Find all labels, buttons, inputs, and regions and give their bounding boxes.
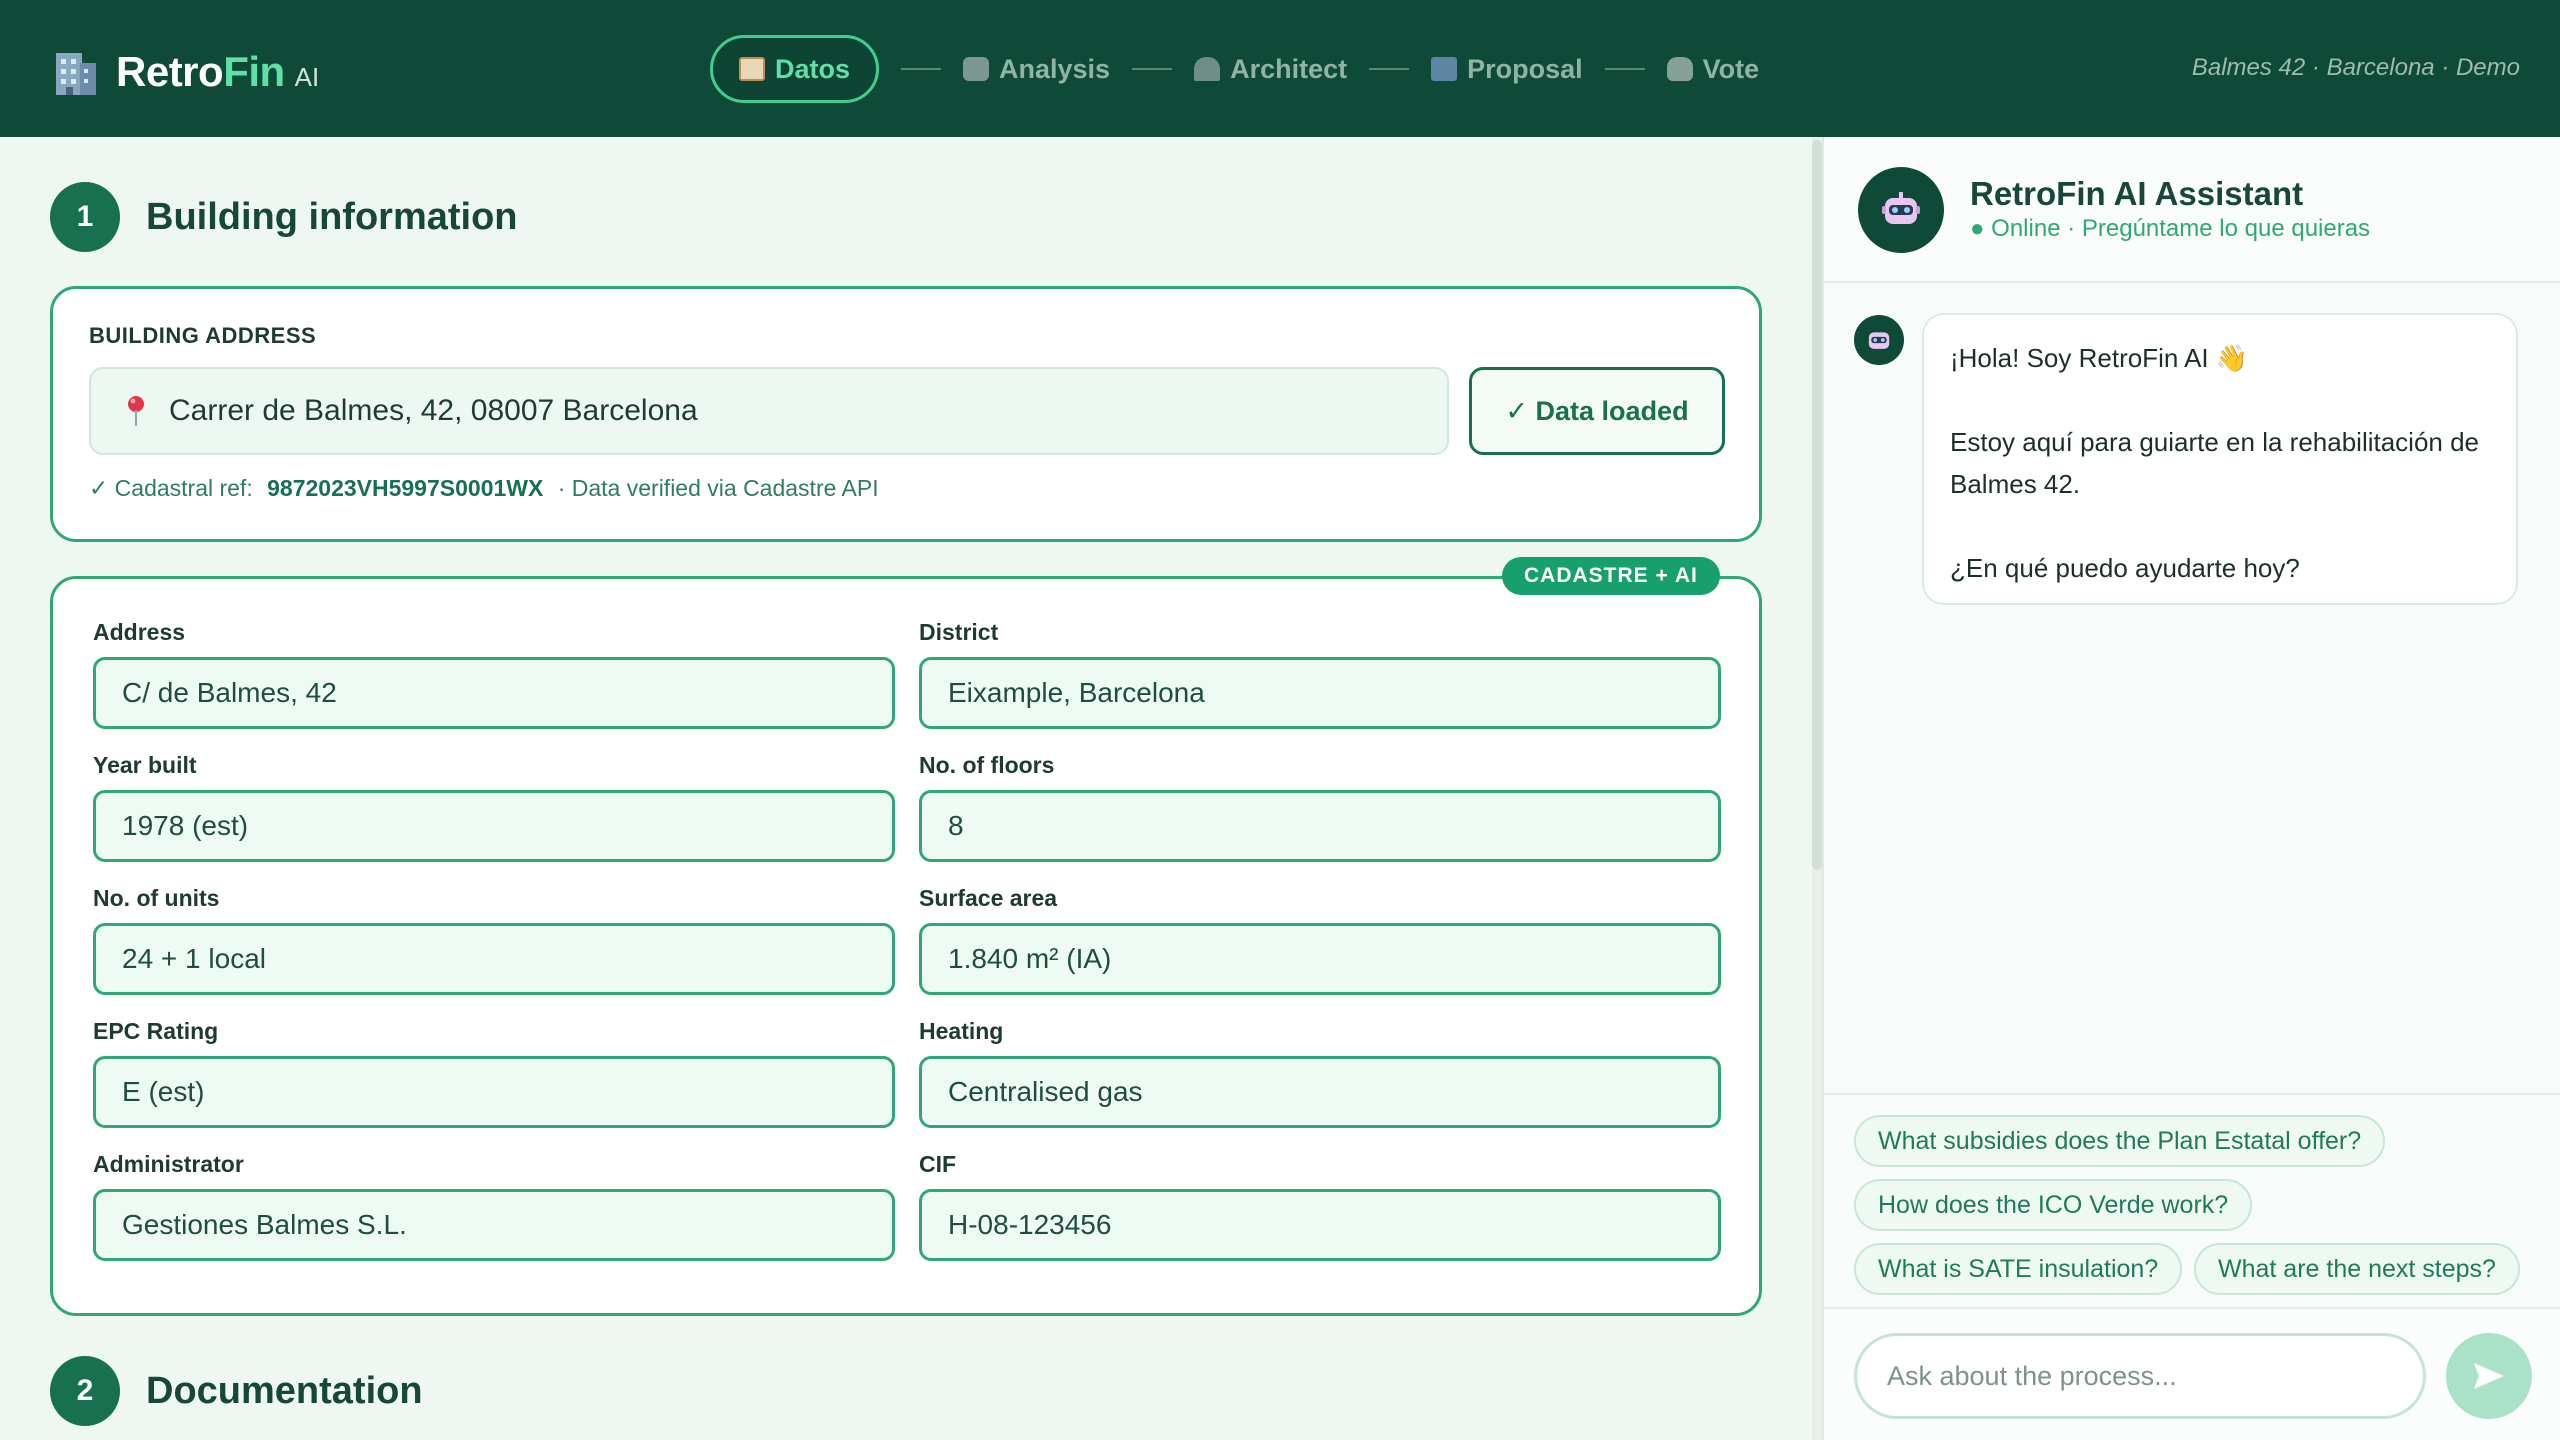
architect-icon [1194, 57, 1221, 81]
suggestion-chip[interactable]: What are the next steps? [2194, 1243, 2520, 1295]
building-context: Balmes 42 · Barcelona · Demo [2191, 54, 2520, 81]
data-loaded-button[interactable]: ✓ Data loaded [1469, 367, 1725, 455]
field-heating: Heating Centralised gas [919, 1018, 1721, 1128]
step-vote[interactable]: Vote [1666, 35, 1760, 103]
progress-stepper: Datos Analysis Architect Proposal Vote [710, 34, 1759, 104]
cadastral-suffix: · Data verified via Cadastre API [557, 475, 879, 501]
suggestion-chip[interactable]: What subsidies does the Plan Estatal off… [1854, 1115, 2386, 1167]
section-number: 2 [50, 1356, 120, 1426]
chat-input[interactable]: Ask about the process... [1854, 1333, 2426, 1419]
message-avatar [1854, 315, 1904, 365]
step-architect[interactable]: Architect [1194, 35, 1347, 103]
source-badge: CADASTRE + AI [1502, 557, 1720, 595]
assistant-panel: RetroFin AI Assistant ● Online · Pregúnt… [1822, 137, 2560, 1440]
robot-icon [1868, 332, 1890, 349]
step-connector [901, 68, 942, 70]
app-logo[interactable]: Retro Fin AI [52, 42, 319, 102]
field-label: Heating [919, 1018, 1004, 1044]
robot-icon [1882, 192, 1920, 224]
field-label: Surface area [919, 885, 1058, 911]
field-label: EPC Rating [93, 1018, 219, 1044]
district-field[interactable]: Eixample, Barcelona [919, 657, 1721, 729]
cadastral-prefix: ✓ Cadastral ref: [89, 475, 253, 501]
address-input[interactable]: Carrer de Balmes, 42, 08007 Barcelona [89, 367, 1449, 455]
field-units: No. of units 24 + 1 local [93, 885, 895, 995]
address-card: BUILDING ADDRESS Carrer de Balmes, 42, 0… [50, 286, 1762, 542]
logo-text-ai: AI [294, 61, 320, 92]
step-connector [1369, 68, 1410, 70]
step-label: Vote [1702, 53, 1760, 84]
address-value: Carrer de Balmes, 42, 08007 Barcelona [169, 394, 698, 427]
assistant-message: ¡Hola! Soy RetroFin AI 👋 Estoy aquí para… [1922, 313, 2518, 605]
assistant-status: ● Online · Pregúntame lo que quieras [1970, 215, 2371, 242]
section-number: 1 [50, 182, 120, 252]
address-field[interactable]: C/ de Balmes, 42 [93, 657, 895, 729]
field-label: No. of units [93, 885, 220, 911]
field-label: CIF [919, 1151, 957, 1177]
epc-rating-field[interactable]: E (est) [93, 1056, 895, 1128]
assistant-title: RetroFin AI Assistant [1970, 175, 2304, 212]
step-datos[interactable]: Datos [710, 35, 880, 103]
field-floors: No. of floors 8 [919, 752, 1721, 862]
field-surface-area: Surface area 1.840 m² (IA) [919, 885, 1721, 995]
message-line: ¿En qué puedo ayudarte hoy? [1950, 553, 2300, 583]
step-label: Datos [775, 53, 851, 84]
hand-icon [1666, 57, 1693, 81]
field-district: District Eixample, Barcelona [919, 619, 1721, 729]
assistant-header: RetroFin AI Assistant ● Online · Pregúnt… [1824, 137, 2560, 283]
field-administrator: Administrator Gestiones Balmes S.L. [93, 1151, 895, 1261]
send-icon [2474, 1363, 2504, 1389]
section-title: Documentation [146, 1369, 423, 1412]
chat-input-bar: Ask about the process... [1824, 1307, 2560, 1440]
bot-avatar [1858, 167, 1944, 253]
building-icon [56, 53, 96, 95]
clipboard-icon [739, 57, 765, 81]
cadastral-ref: 9872023VH5997S0001WX [267, 475, 544, 501]
logo-text-retro: Retro [116, 48, 224, 95]
message-line: Estoy aquí para guiarte en la rehabilita… [1950, 427, 2480, 499]
section-documentation-header: 2 Documentation [50, 1356, 423, 1426]
suggestion-chip[interactable]: How does the ICO Verde work? [1854, 1179, 2253, 1231]
field-label: Administrator [93, 1151, 244, 1177]
pin-icon [128, 396, 144, 426]
section-building-info-header: 1 Building information [50, 182, 518, 252]
map-icon [1431, 57, 1458, 81]
step-analysis[interactable]: Analysis [963, 35, 1110, 103]
message-line: ¡Hola! Soy RetroFin AI 👋 [1950, 343, 2249, 373]
field-address: Address C/ de Balmes, 42 [93, 619, 895, 729]
suggestions: What subsidies does the Plan Estatal off… [1824, 1093, 2560, 1303]
top-bar: Retro Fin AI Datos Analysis Architect Prop… [0, 0, 2560, 137]
step-proposal[interactable]: Proposal [1431, 35, 1583, 103]
step-connector [1132, 68, 1173, 70]
field-label: Address [93, 619, 186, 645]
heating-field[interactable]: Centralised gas [919, 1056, 1721, 1128]
building-details-card: Address C/ de Balmes, 42 District Eixamp… [50, 576, 1762, 1316]
field-cif: CIF H-08-123456 [919, 1151, 1721, 1261]
year-built-field[interactable]: 1978 (est) [93, 790, 895, 862]
address-label: BUILDING ADDRESS [89, 323, 317, 348]
field-label: District [919, 619, 999, 645]
field-label: Year built [93, 752, 197, 778]
field-year-built: Year built 1978 (est) [93, 752, 895, 862]
step-connector [1604, 68, 1645, 70]
send-button[interactable] [2446, 1333, 2532, 1419]
step-label: Analysis [999, 53, 1111, 84]
step-label: Architect [1230, 53, 1348, 84]
units-field[interactable]: 24 + 1 local [93, 923, 895, 995]
surface-area-field[interactable]: 1.840 m² (IA) [919, 923, 1721, 995]
section-title: Building information [146, 195, 518, 238]
step-label: Proposal [1467, 53, 1583, 84]
floors-field[interactable]: 8 [919, 790, 1721, 862]
administrator-field[interactable]: Gestiones Balmes S.L. [93, 1189, 895, 1261]
robot-icon [963, 57, 990, 81]
cif-field[interactable]: H-08-123456 [919, 1189, 1721, 1261]
cadastral-info: ✓ Cadastral ref: 9872023VH5997S0001WX · … [89, 475, 879, 502]
main-scrollbar-thumb[interactable] [1812, 140, 1822, 870]
suggestion-chip[interactable]: What is SATE insulation? [1854, 1243, 2183, 1295]
field-label: No. of floors [919, 752, 1055, 778]
logo-text-fin: Fin [223, 48, 285, 95]
field-epc-rating: EPC Rating E (est) [93, 1018, 895, 1128]
